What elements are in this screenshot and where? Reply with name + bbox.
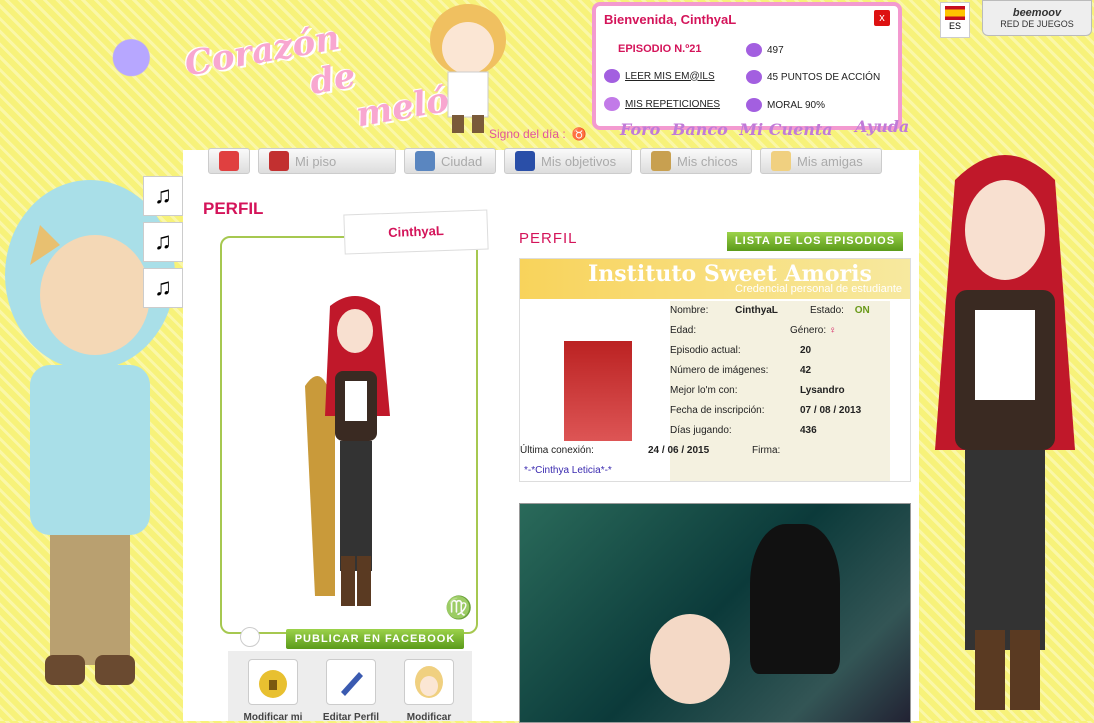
language-code: ES (948, 21, 961, 31)
field-date-value: 07 / 08 / 2013 (800, 405, 862, 416)
daily-sign-label: Signo del día : (489, 127, 566, 141)
menu-label: Mis amigas (797, 153, 863, 169)
spain-flag-icon (945, 6, 965, 20)
home-icon (219, 151, 239, 171)
action-label: Editar Perfil (322, 712, 380, 723)
menu-label: Mis chicos (677, 153, 738, 169)
top-nav: Foro Banco Mi Cuenta (620, 120, 839, 139)
paw-icon (746, 70, 762, 84)
beemoov-label: RED DE JUEGOS (1000, 19, 1074, 29)
menu-item-mis-amigas[interactable]: Mis amigas (760, 148, 882, 174)
mis-objetivos-icon (515, 151, 535, 171)
field-best: Mejor lo'm con: (670, 385, 738, 396)
student-card: Instituto Sweet Amoris Credencial person… (519, 258, 911, 482)
menu-label: Mi piso (295, 153, 337, 169)
menu-item-ciudad[interactable]: Ciudad (404, 148, 496, 174)
fleur-count: 497 (746, 43, 784, 57)
heart-icon (746, 98, 762, 112)
field-days: Días jugando: (670, 425, 732, 436)
episodes-list-button[interactable]: LISTA DE LOS EPISODIOS (727, 232, 903, 251)
modify-lock-button[interactable]: Modificar mi (244, 659, 302, 723)
profile-actions: Modificar mi Editar Perfil Modificar (228, 651, 472, 723)
moral-value: MORAL 90% (767, 99, 825, 111)
field-date: Fecha de inscripción: (670, 405, 765, 416)
field-status: Estado: ON (810, 305, 870, 316)
music-icon[interactable]: ♫ (143, 268, 183, 308)
welcome-text: Bienvenida, CinthyaL (604, 12, 737, 27)
fleur-count-value: 497 (767, 44, 784, 56)
mis-chicos-icon (651, 151, 671, 171)
profile-heading: PERFIL (519, 230, 578, 247)
publish-facebook-button[interactable]: PUBLICAR EN FACEBOOK (286, 629, 464, 649)
card-subheader: Credencial personal de estudiante (735, 283, 902, 295)
signature-text: *-*Cinthya Leticia*-* (524, 465, 612, 476)
menu-item-mis-chicos[interactable]: Mis chicos (640, 148, 752, 174)
field-name: Nombre: CinthyaL (670, 305, 778, 316)
moral: MORAL 90% (746, 98, 825, 112)
field-last-connection-value: 24 / 06 / 2015 (648, 445, 710, 456)
character-face (650, 614, 730, 704)
menu-item-mi-piso[interactable]: Mi piso (258, 148, 396, 174)
lock-icon (259, 670, 287, 698)
account-box: Bienvenida, CinthyaL x EPISODIO N.º21 LE… (592, 2, 902, 130)
mail-bubble-icon (604, 69, 620, 83)
star-burst-icon (604, 97, 620, 111)
action-label: Modificar mi (243, 712, 303, 723)
field-days-value: 436 (800, 425, 817, 436)
repetitions-label: MIS REPETICIONES (625, 98, 721, 110)
read-mails-label: LEER MIS EM@ILS (625, 70, 715, 82)
episode-link[interactable]: EPISODIO N.º21 (618, 43, 702, 55)
menu-item-home[interactable] (208, 148, 250, 174)
beemoov-network-button[interactable]: beemoov RED DE JUEGOS (982, 0, 1092, 36)
modify-avatar-button[interactable]: Modificar (404, 659, 454, 723)
close-icon[interactable]: x (874, 10, 890, 26)
fleur-de-lis-icon (746, 43, 762, 57)
right-character-illustration (935, 155, 1075, 710)
main-menu: Mi piso Ciudad Mis objetivos Mis chicos Mis … (208, 148, 882, 176)
player-name-tab: CinthyaL (343, 209, 489, 255)
music-icon[interactable]: ♫ (143, 176, 183, 216)
action-points-value: 45 PUNTOS DE ACCIÓN (767, 71, 881, 83)
field-last-connection: Última conexión: (520, 445, 594, 456)
ciudad-icon (415, 151, 435, 171)
field-age: Edad: (670, 325, 697, 336)
repetitions-link[interactable]: MIS REPETICIONES (604, 97, 720, 111)
read-mails-link[interactable]: LEER MIS EM@ILS (604, 69, 715, 83)
mi-piso-icon (269, 151, 289, 171)
menu-label: Ciudad (441, 153, 483, 169)
nav-foro[interactable]: Foro (620, 120, 660, 139)
mascot-illustration (430, 4, 506, 133)
skeleton-figure (750, 524, 840, 674)
action-label: Modificar (406, 712, 452, 723)
mis-amigas-icon (771, 151, 791, 171)
field-signature: Firma: (752, 445, 781, 456)
beemoov-brand: beemoov (1012, 7, 1062, 19)
music-icon[interactable]: ♫ (143, 222, 183, 262)
pen-icon (341, 672, 363, 696)
help-link[interactable]: Ayuda (855, 117, 909, 136)
field-episode: Episodio actual: (670, 345, 741, 356)
menu-label: Mis objetivos (541, 153, 617, 169)
field-images: Número de imágenes: (670, 365, 769, 376)
menu-item-mis-objetivos[interactable]: Mis objetivos (504, 148, 632, 174)
action-points: 45 PUNTOS DE ACCIÓN (746, 70, 880, 84)
player-avatar (305, 296, 390, 606)
edit-profile-button[interactable]: Editar Perfil (323, 659, 379, 723)
signature-image (519, 503, 911, 723)
field-episode-value: 20 (800, 345, 812, 356)
nav-mi-cuenta[interactable]: Mi Cuenta (739, 120, 832, 139)
field-gender: Género: ♀ (790, 325, 837, 336)
language-selector[interactable]: ES (940, 2, 970, 38)
field-images-value: 42 (800, 365, 812, 376)
virgo-icon: ♍ (445, 595, 473, 620)
avatar-icon (415, 666, 443, 698)
taurus-icon: ♉ (571, 127, 587, 141)
page-title: PERFIL (203, 199, 264, 218)
daily-sign: Signo del día : ♉ (483, 127, 587, 141)
radio-circle[interactable] (240, 627, 260, 647)
card-photo (564, 341, 632, 441)
episode-label: EPISODIO N.º21 (618, 43, 702, 55)
nav-banco[interactable]: Banco (672, 120, 728, 139)
field-best-value: Lysandro (800, 385, 845, 396)
